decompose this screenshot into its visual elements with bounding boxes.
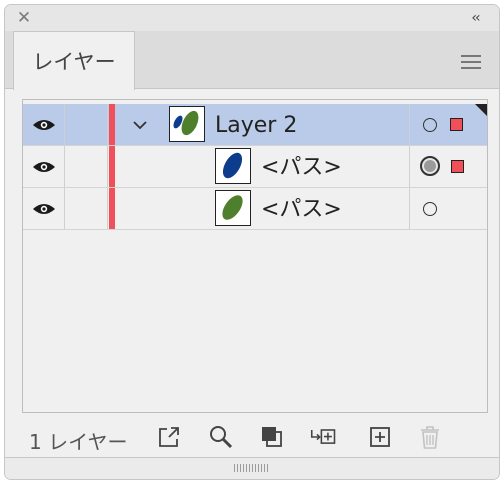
sublayer-row[interactable]: <パス> <box>23 146 487 188</box>
visibility-toggle[interactable] <box>23 188 65 229</box>
eye-icon <box>32 119 55 130</box>
path-name[interactable]: <パス> <box>261 157 342 179</box>
eye-icon <box>32 161 55 172</box>
target-circle[interactable] <box>423 118 437 132</box>
lock-toggle[interactable] <box>65 146 108 187</box>
delete-icon[interactable] <box>416 423 444 451</box>
panel-footer: 1 レイヤー <box>5 418 499 458</box>
leaves-icon <box>173 110 199 136</box>
resize-handle[interactable] <box>5 457 499 479</box>
layer-color-bar <box>109 104 115 145</box>
target-circle-active[interactable] <box>420 156 440 176</box>
double-chevron-left-icon[interactable]: ‹‹ <box>465 9 485 27</box>
new-layer-icon[interactable] <box>366 423 394 451</box>
clipping-mask-icon[interactable] <box>258 423 286 451</box>
lock-toggle[interactable] <box>65 188 108 229</box>
path-thumbnail <box>215 148 251 184</box>
selection-indicator[interactable] <box>451 160 464 173</box>
target-cell <box>409 104 487 145</box>
selected-art-indicator <box>475 104 487 116</box>
panel-title-bar[interactable]: ✕ ‹‹ <box>5 5 499 31</box>
tab-strip: レイヤー <box>5 31 499 90</box>
close-icon[interactable]: ✕ <box>15 9 33 27</box>
layer-row-layer-2[interactable]: Layer 2 <box>23 104 487 146</box>
target-circle[interactable] <box>423 202 437 216</box>
visibility-toggle[interactable] <box>23 104 65 145</box>
lock-toggle[interactable] <box>65 104 108 145</box>
target-cell <box>409 188 487 229</box>
new-sublayer-icon[interactable] <box>310 423 338 451</box>
hamburger-menu-icon[interactable] <box>461 55 481 69</box>
layer-count: 1 レイヤー <box>29 430 128 454</box>
target-cell <box>409 146 487 187</box>
sublayer-row[interactable]: <パス> <box>23 188 487 230</box>
layer-color-bar <box>109 146 115 187</box>
selection-indicator[interactable] <box>450 118 463 131</box>
chevron-down-icon[interactable] <box>131 116 149 134</box>
eye-icon <box>32 203 55 214</box>
green-leaf-icon <box>222 195 243 220</box>
layer-thumbnail <box>169 106 205 142</box>
layer-color-bar <box>109 188 115 229</box>
grip-dots <box>234 464 268 472</box>
path-name[interactable]: <パス> <box>261 199 342 221</box>
visibility-toggle[interactable] <box>23 146 65 187</box>
layer-name[interactable]: Layer 2 <box>215 115 297 137</box>
layers-panel: ✕ ‹‹ レイヤー Layer 2 <パス> <パス> 1 レイヤー <box>4 4 500 480</box>
locate-object-icon[interactable] <box>207 423 235 451</box>
layers-list: Layer 2 <パス> <パス> <box>22 99 488 413</box>
tab-layers[interactable]: レイヤー <box>13 31 135 90</box>
export-icon[interactable] <box>155 423 183 451</box>
blue-leaf-icon <box>222 152 243 179</box>
path-thumbnail <box>215 190 251 226</box>
